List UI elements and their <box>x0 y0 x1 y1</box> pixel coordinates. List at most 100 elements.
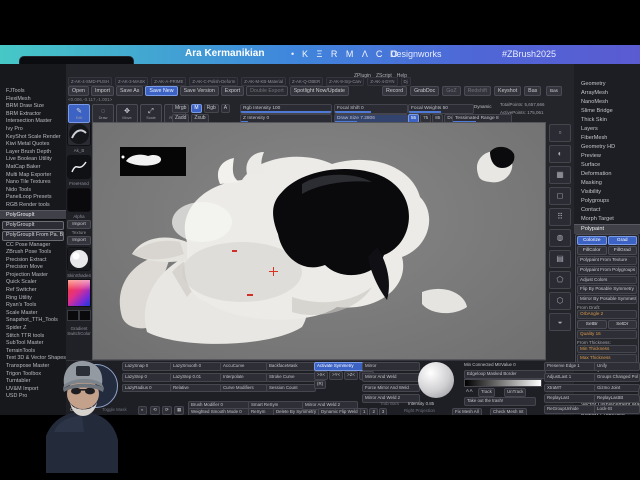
paint-toggle[interactable]: Rgb <box>203 104 219 113</box>
bas-button[interactable]: Bas <box>546 86 562 96</box>
plugin-menu-item[interactable]: KeyShot Scale Render <box>0 134 66 142</box>
track-button[interactable]: Track <box>478 388 495 397</box>
polypaint-action-button[interactable]: Mirror By Posable Symmetry <box>577 295 637 304</box>
modify-topology-button[interactable]: Gizmo Joint <box>594 383 640 393</box>
right-shelf-icon[interactable]: ◒ <box>549 313 571 331</box>
config-tab[interactable]: Z-AK-Q-OBER <box>288 77 324 86</box>
subpalette-item[interactable]: Polygroups <box>574 197 640 206</box>
polypaint-action-button[interactable]: Polypaint From Polygroups <box>577 265 637 275</box>
current-material-thumbnail[interactable] <box>67 247 91 271</box>
mirror-weld-button[interactable]: Force Mirror And Weld <box>362 383 420 393</box>
quality-slider[interactable]: Quality 16 <box>577 329 637 339</box>
polygroupit-from-border-button[interactable]: PolyGroupIt From Pa. Border <box>2 231 64 241</box>
lazymouse-slider[interactable]: LazyStep 0.01 <box>170 372 222 382</box>
plugin-menu-item[interactable]: Precision Extract <box>0 257 66 265</box>
plugin-menu-item[interactable]: Ring Utility <box>0 295 66 303</box>
activate-symmetry-button[interactable]: Activate Symmetry <box>314 362 364 371</box>
polypaint-action-button[interactable]: Polypaint From Texture <box>577 256 637 265</box>
take-out-trash-button[interactable]: Take out the trash! <box>464 397 536 406</box>
plugin-menu-item[interactable]: Ryan's Tools <box>0 302 66 310</box>
sculpt-canvas[interactable] <box>92 122 546 360</box>
tool-mode-button[interactable]: ✥ Move <box>116 104 138 123</box>
plugin-menu-item[interactable]: Nano Tile Textures <box>0 179 66 187</box>
bw-sphere-icon[interactable]: ◐ <box>138 406 147 415</box>
colorize-toggle[interactable]: Colorize <box>577 236 607 245</box>
focal-weights-slider[interactable]: Focal Weights 50 <box>408 104 474 114</box>
mirror-weld-button[interactable]: Mirror <box>362 362 420 371</box>
plugin-menu-item[interactable]: Kiwi Metal Quotes <box>0 141 66 149</box>
polypaint-subpalette-header[interactable]: Polypaint <box>574 224 640 234</box>
stroke-option-button[interactable]: AccuCurve <box>220 362 268 371</box>
plugin-menu-item[interactable]: FlexiMesh <box>0 96 66 104</box>
rgb-intensity-slider[interactable]: Rgb Intensity 100 <box>240 104 332 114</box>
colorize-toggle[interactable]: Grad <box>607 236 637 245</box>
plugin-menu-item[interactable]: Multi Map Exporter <box>0 172 66 180</box>
plugin-menu-item[interactable]: Layer Brush Depth <box>0 149 66 157</box>
lazymouse-slider[interactable]: LazyRadius 0 <box>122 383 172 393</box>
modify-topology-button[interactable]: AdjustLast 1 <box>544 372 596 382</box>
stroke-option-button[interactable]: Interpolate <box>220 372 268 382</box>
right-shelf-icon[interactable]: ◻ <box>549 187 571 205</box>
main-color-swatch[interactable] <box>67 310 79 321</box>
plugin-menu-item[interactable]: Nido Tools <box>0 187 66 195</box>
mirror-weld-button[interactable]: Mirror And Weld <box>362 372 420 382</box>
config-tab[interactable]: Z-AK-C-Polish-Deform <box>189 77 239 86</box>
polygroupit-section-header[interactable]: PolyGroupIt <box>0 209 66 220</box>
stroke-option-button[interactable]: BackfaceMask <box>266 362 316 371</box>
plugin-menu-item[interactable]: Live Boolean Utility <box>0 156 66 164</box>
right-shelf-icon[interactable]: ▫ <box>549 124 571 142</box>
polypaint-action-button[interactable]: Adjust Colors <box>577 275 637 285</box>
symmetry-axis-button[interactable]: >Z< <box>344 371 358 380</box>
right-projection-label[interactable]: Right Projection <box>402 408 437 415</box>
lazymouse-slider[interactable]: LazySnap 0 <box>122 362 172 371</box>
right-shelf-icon[interactable]: ⬡ <box>549 292 571 310</box>
untrack-button[interactable]: UnTrack <box>504 388 527 397</box>
alpha-import-button[interactable]: Import <box>67 220 91 229</box>
fill-button[interactable]: FillGrad <box>607 246 637 255</box>
plugin-menu-item[interactable]: Spider Z <box>0 325 66 333</box>
paint-toggle[interactable]: Mrgb <box>172 104 190 113</box>
plugin-menu-item[interactable]: Precision Move <box>0 264 66 272</box>
stroke-option-button[interactable]: Curve Modifiers <box>220 383 268 393</box>
subpalette-item[interactable]: Deformation <box>574 170 640 179</box>
menu-item[interactable]: ZPlugin <box>354 73 371 79</box>
subpalette-item[interactable]: Geometry HD <box>574 143 640 152</box>
right-shelf-icon[interactable]: ⬠ <box>549 271 571 289</box>
min-connected-slider[interactable]: Min Connected MtrValue 0 <box>462 362 518 369</box>
subpalette-item[interactable]: Surface <box>574 161 640 170</box>
config-tab[interactable]: Z-AK-4-SMD-PUSH <box>68 77 112 86</box>
lazymouse-slider[interactable]: LazySmooth 0 <box>170 362 222 371</box>
subpalette-item[interactable]: Visibility <box>574 188 640 197</box>
config-tab[interactable]: Z-AK-3-MASK <box>114 77 149 86</box>
gradient-ramp[interactable] <box>464 379 542 387</box>
orbangle-slider[interactable]: OrbAngle 2 <box>577 309 637 319</box>
subpalette-item[interactable]: FiberMesh <box>574 134 640 143</box>
plugin-menu-item[interactable]: Intersection Master <box>0 118 66 126</box>
plugin-menu-item[interactable]: Snapshot_TTH_Tools <box>0 317 66 325</box>
lazymouse-slider[interactable]: Relative <box>170 383 222 393</box>
plugin-menu-item[interactable]: PanelLoop Presets <box>0 194 66 202</box>
intensity-slider[interactable]: Intensity 0.85 <box>406 401 436 408</box>
subpalette-item[interactable]: Contact <box>574 206 640 215</box>
secondary-color-swatch[interactable] <box>79 310 91 321</box>
plugin-menu-item[interactable]: Scale Master <box>0 310 66 318</box>
record-action-button[interactable]: GrabDoc <box>410 86 440 96</box>
menu-item[interactable]: Help <box>397 73 407 79</box>
file-action-button[interactable]: Double Export <box>246 86 288 96</box>
paint-toggle[interactable]: A <box>220 104 231 113</box>
right-shelf-icon[interactable]: ◍ <box>549 229 571 247</box>
setdr-button[interactable]: SetDr <box>607 319 637 329</box>
stroke-option-button[interactable]: Stroke Curve <box>266 372 316 382</box>
tool-mode-button[interactable]: ✎ Edit <box>68 104 90 123</box>
subpalette-item[interactable]: Masking <box>574 179 640 188</box>
symmetry-axis-button[interactable]: >X< <box>314 371 329 380</box>
record-action-button[interactable]: Record <box>382 86 408 96</box>
trab-bars-label[interactable]: Trab Bars <box>378 401 401 408</box>
menu-item[interactable]: ZScript <box>376 73 392 79</box>
stroke-option-button[interactable]: Session Count <box>266 383 316 393</box>
right-shelf-icon[interactable]: ⠿ <box>549 208 571 226</box>
plugin-menu-item[interactable]: Ivy Pro <box>0 126 66 134</box>
paint-toggle[interactable]: M <box>191 104 202 113</box>
current-alpha-thumbnail[interactable] <box>67 188 91 212</box>
gizmo-grid-icon[interactable]: ▦ <box>174 406 185 415</box>
